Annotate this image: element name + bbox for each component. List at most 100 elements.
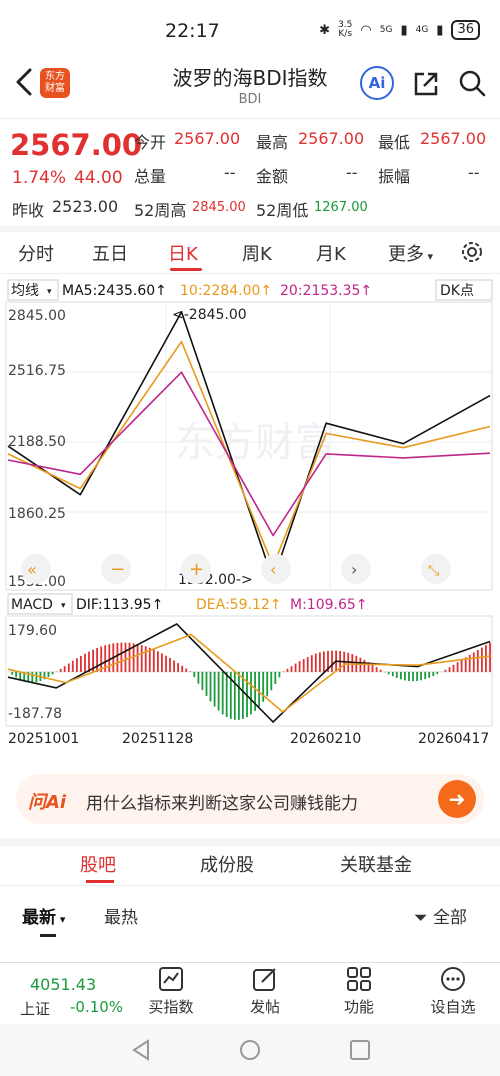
prev-close-label: 昨收 — [12, 201, 45, 220]
week52-high-label: 52周高 — [134, 201, 187, 220]
ma10-label: 10:2284.00↑ — [180, 283, 272, 299]
signal-bars-icon: ▮ — [400, 22, 408, 38]
y-tick: 2516.75 — [8, 363, 66, 379]
share-icon[interactable] — [410, 68, 442, 100]
chevron-down-icon: ▾ — [424, 250, 434, 263]
add-watchlist-label: 设自选 — [430, 998, 476, 1016]
m-label: M:109.65↑ — [290, 597, 368, 613]
expand-icon: ⤡ — [428, 563, 439, 579]
tab-constituents[interactable]: 成份股 — [200, 851, 254, 877]
signal-4g: 4G — [415, 25, 429, 35]
chevron-left-icon: ‹ — [270, 560, 276, 579]
filter-hottest[interactable]: 最热 — [104, 903, 138, 928]
prev-close-value: 2523.00 — [52, 197, 119, 216]
post-label: 发帖 — [249, 998, 280, 1016]
amount-label: 金额 — [256, 167, 289, 186]
dea-label: DEA:59.12↑ — [196, 597, 281, 613]
index-value[interactable]: 4051.43 — [30, 975, 96, 994]
buy-index-label: 买指数 — [148, 998, 194, 1016]
dk-label: DK点 — [440, 283, 474, 299]
ai-prompt-text[interactable]: 用什么指标来判断这家公司赚钱能力 — [86, 789, 358, 814]
volume-label: 总量 — [134, 167, 167, 186]
filter-all[interactable]: ⏷ 全部 — [414, 903, 467, 928]
grid-icon — [347, 967, 371, 991]
tab-daily-k[interactable]: 日K — [168, 240, 198, 266]
back-triangle-icon[interactable] — [130, 1038, 152, 1062]
post-button[interactable]: 发帖 — [230, 966, 300, 1022]
ma20-label: 20:2153.35↑ — [280, 283, 372, 299]
gear-icon[interactable] — [458, 238, 486, 266]
y-tick: 2188.50 — [8, 434, 66, 450]
arrow-right-icon[interactable]: ➜ — [438, 780, 476, 818]
kline-chart[interactable]: 均线 ▾ MA5:2435.60↑ 10:2284.00↑ 20:2153.35… — [0, 276, 500, 756]
week52-low-label: 52周低 — [256, 201, 309, 220]
recents-square-icon[interactable] — [348, 1038, 372, 1062]
filter-latest[interactable]: 最新 ▾ — [22, 903, 65, 928]
tab-guba[interactable]: 股吧 — [80, 851, 116, 877]
home-circle-icon[interactable] — [238, 1038, 262, 1062]
current-price: 2567.00 — [10, 128, 143, 162]
ai-assistant-button[interactable]: Ai — [360, 66, 394, 100]
buy-index-button[interactable]: 买指数 — [136, 966, 206, 1022]
index-name[interactable]: 上证 — [20, 998, 50, 1019]
tab-more[interactable]: 更多 ▾ — [388, 240, 433, 266]
macd-top-tick: 179.60 — [8, 623, 57, 639]
signal-5g: 5G — [379, 25, 393, 35]
bluetooth-icon: ✱ — [319, 22, 331, 38]
tab-weekly-k[interactable]: 周K — [242, 240, 272, 266]
filter-icon: ⏷ — [414, 908, 434, 928]
battery-indicator: 36 — [451, 20, 480, 40]
system-nav-bar — [0, 1024, 500, 1076]
week52-high-value: 2845.00 — [192, 200, 246, 215]
y-tick: 2845.00 — [8, 308, 66, 324]
open-label: 今开 — [134, 133, 167, 152]
network-speed: 3.5 K/s — [338, 20, 353, 39]
x-tick: 20251128 — [122, 731, 193, 747]
change-amount: 44.00 — [74, 168, 123, 188]
features-label: 功能 — [343, 998, 374, 1016]
add-watchlist-button[interactable]: 设自选 — [418, 966, 488, 1022]
open-value: 2567.00 — [174, 129, 241, 148]
macd-plot — [6, 623, 492, 724]
x-tick: 20260417 — [418, 731, 489, 747]
tab-related-funds[interactable]: 关联基金 — [340, 851, 412, 877]
signal-bars-icon: ▮ — [436, 22, 444, 38]
features-button[interactable]: 功能 — [324, 966, 394, 1022]
amplitude-value: -- — [468, 163, 480, 182]
y-tick: 1860.25 — [8, 506, 66, 522]
tab-monthly-k[interactable]: 月K — [316, 240, 346, 266]
status-bar: 22:17 ✱ 3.5 K/s ◠ 5G ▮ 4G ▮ 36 — [0, 0, 500, 56]
amount-value: -- — [346, 163, 358, 182]
more-circle-icon — [441, 967, 465, 991]
week52-low-value: 1267.00 — [314, 200, 368, 215]
chevron-down-icon: ▾ — [56, 913, 66, 926]
volume-value: -- — [224, 163, 236, 182]
status-time: 22:17 — [165, 20, 220, 42]
index-change[interactable]: -0.10% — [70, 998, 123, 1016]
active-subtab-indicator — [86, 880, 114, 883]
high-label: 最高 — [256, 133, 289, 152]
double-chevron-left-icon: « — [27, 560, 37, 579]
tab-intraday[interactable]: 分时 — [18, 240, 54, 266]
minus-icon: − — [110, 559, 125, 580]
macd-selector-label: MACD — [11, 597, 53, 613]
wifi-icon: ◠ — [360, 22, 372, 38]
filter-underline — [40, 934, 56, 937]
wencai-logo: 问Ai — [28, 792, 67, 813]
search-icon[interactable] — [456, 67, 488, 99]
low-value: 2567.00 — [420, 129, 487, 148]
plus-icon: + — [189, 559, 204, 580]
divider — [0, 118, 500, 119]
chevron-down-icon: ▾ — [47, 287, 52, 297]
macd-bottom-tick: -187.78 — [8, 706, 62, 722]
ma-selector-label: 均线 — [11, 283, 39, 299]
watermark: 东方财富 — [175, 420, 335, 466]
ma5-label: MA5:2435.60↑ — [62, 283, 167, 299]
macd-frame — [5, 615, 493, 727]
x-tick: 20260210 — [290, 731, 361, 747]
tab-five-day[interactable]: 五日 — [92, 240, 128, 266]
chevron-right-icon: › — [351, 560, 357, 579]
chart-svg[interactable]: 均线 ▾ MA5:2435.60↑ 10:2284.00↑ 20:2153.35… — [0, 276, 500, 756]
x-tick: 20251001 — [8, 731, 79, 747]
status-icons: ✱ 3.5 K/s ◠ 5G ▮ 4G ▮ 36 — [319, 20, 480, 40]
